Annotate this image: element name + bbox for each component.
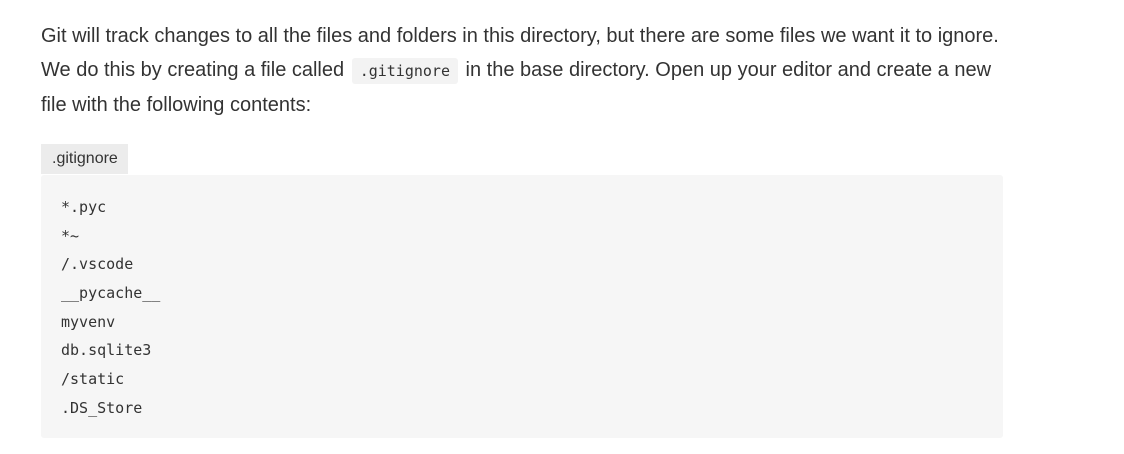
code-line: .DS_Store — [61, 398, 143, 417]
code-line: /.vscode — [61, 255, 134, 274]
article-content: Git will track changes to all the files … — [41, 19, 1003, 438]
code-line: myvenv — [61, 312, 116, 331]
code-line: __pycache__ — [61, 284, 161, 303]
code-filename-tab: .gitignore — [41, 144, 128, 174]
code-block[interactable]: *.pyc *~ /.vscode __pycache__ myvenv db.… — [41, 175, 1003, 438]
instruction-paragraph: Git will track changes to all the files … — [41, 19, 1003, 122]
code-line: /static — [61, 370, 125, 389]
code-line: db.sqlite3 — [61, 341, 152, 360]
inline-code-gitignore: .gitignore — [351, 58, 458, 84]
code-line: *~ — [61, 226, 80, 245]
code-line: *.pyc — [61, 198, 107, 216]
